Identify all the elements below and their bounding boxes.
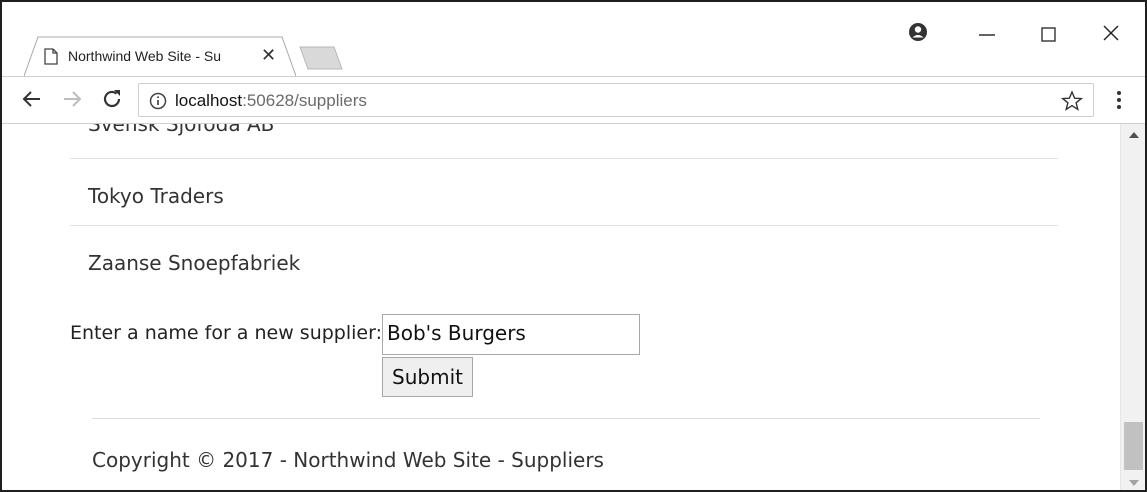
tab-title: Northwind Web Site - Su — [68, 48, 222, 64]
vertical-scrollbar[interactable] — [1120, 124, 1145, 490]
menu-icon[interactable] — [1114, 89, 1124, 111]
tab-northwind[interactable]: Northwind Web Site - Su ✕ — [24, 36, 296, 76]
footer-copyright: Copyright © 2017 - Northwind Web Site - … — [92, 448, 604, 472]
reload-icon[interactable] — [100, 87, 124, 111]
supplier-name: Zaanse Snoepfabriek — [88, 251, 301, 275]
tab-close-icon[interactable]: ✕ — [261, 45, 276, 66]
url-host: localhost — [175, 91, 243, 110]
info-icon[interactable] — [149, 92, 167, 110]
list-divider — [70, 158, 1058, 159]
submit-button[interactable]: Submit — [382, 357, 473, 397]
supplier-name-input[interactable]: Bob's Burgers — [382, 314, 640, 355]
address-bar[interactable]: localhost:50628/suppliers — [138, 83, 1094, 117]
url-text: localhost:50628/suppliers — [175, 91, 367, 111]
maximize-button[interactable] — [1026, 24, 1072, 46]
list-divider — [70, 225, 1058, 226]
page-icon — [44, 48, 58, 65]
supplier-name: Tokyo Traders — [88, 184, 224, 208]
list-item: Zaanse Snoepfabriek — [70, 251, 1058, 281]
profile-icon[interactable] — [908, 22, 928, 42]
window-close-button[interactable] — [1088, 20, 1134, 46]
browser-window: Northwind Web Site - Su ✕ localhost:5062… — [0, 0, 1147, 492]
forward-arrow-icon[interactable] — [60, 87, 84, 111]
supplier-name: Svensk Sjöföda AB — [88, 124, 275, 136]
scroll-thumb[interactable] — [1124, 422, 1143, 470]
minimize-button[interactable] — [964, 24, 1010, 46]
star-icon[interactable] — [1061, 90, 1083, 112]
footer-divider — [92, 418, 1040, 419]
page-viewport: Svensk Sjöföda AB Tokyo Traders Zaanse S… — [2, 124, 1120, 490]
url-path: :50628/suppliers — [242, 91, 367, 110]
new-supplier-label: Enter a name for a new supplier: — [70, 322, 382, 344]
tab-strip: Northwind Web Site - Su ✕ — [2, 2, 1145, 76]
scroll-up-arrow-icon[interactable] — [1129, 132, 1139, 138]
browser-toolbar: localhost:50628/suppliers — [2, 76, 1145, 124]
scroll-down-arrow-icon[interactable] — [1129, 480, 1139, 486]
back-arrow-icon[interactable] — [20, 87, 44, 111]
list-item: Svensk Sjöföda AB — [70, 124, 1058, 142]
new-tab-button[interactable] — [296, 46, 344, 70]
list-item: Tokyo Traders — [70, 184, 1058, 214]
